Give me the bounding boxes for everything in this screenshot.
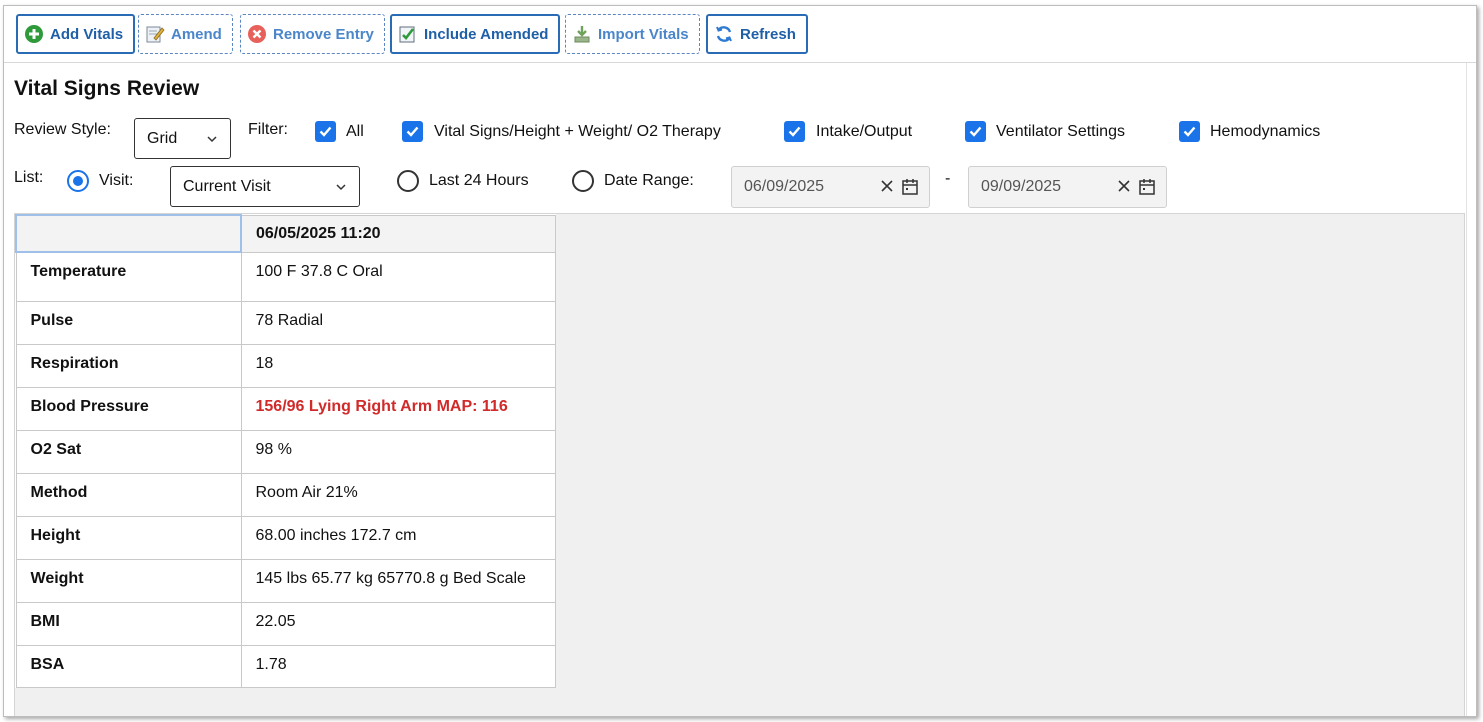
row-label: BSA — [15, 644, 242, 688]
review-style-label: Review Style: — [14, 121, 111, 138]
date-to-value: 09/09/2025 — [981, 178, 1062, 195]
filter-all-checkbox[interactable] — [315, 121, 336, 142]
date-range-radio[interactable] — [572, 170, 594, 192]
remove-entry-label: Remove Entry — [273, 25, 374, 43]
refresh-button[interactable]: Refresh — [706, 14, 808, 54]
import-icon — [572, 24, 592, 44]
visit-radio[interactable] — [67, 170, 89, 192]
corner-cell[interactable] — [15, 214, 242, 253]
row-label: Respiration — [15, 343, 242, 388]
table-row[interactable]: BSA 1.78 — [15, 644, 556, 688]
date-range-label: Date Range: — [604, 172, 694, 189]
column-header-datetime[interactable]: 06/05/2025 11:20 — [240, 214, 556, 253]
clear-icon[interactable] — [1116, 178, 1132, 194]
toolbar: Add Vitals Amend Remove Entry Include Am… — [4, 6, 1476, 63]
filter-all-label: All — [346, 123, 364, 140]
add-vitals-button[interactable]: Add Vitals — [16, 14, 136, 54]
date-from-value: 06/09/2025 — [744, 178, 825, 195]
refresh-icon — [714, 24, 734, 44]
last-24-hours-label: Last 24 Hours — [429, 172, 529, 189]
table-row[interactable]: BMI 22.05 — [15, 601, 556, 646]
import-vitals-label: Import Vitals — [598, 25, 689, 43]
check-icon — [969, 126, 982, 137]
remove-entry-button[interactable]: Remove Entry — [240, 14, 385, 54]
row-label: O2 Sat — [15, 429, 242, 474]
table-row[interactable]: Blood Pressure 156/96 Lying Right Arm MA… — [15, 386, 556, 431]
review-style-value: Grid — [147, 129, 178, 147]
table-row[interactable]: O2 Sat 98 % — [15, 429, 556, 474]
check-icon — [319, 126, 332, 137]
row-value: 1.78 — [240, 644, 556, 688]
refresh-label: Refresh — [740, 25, 796, 43]
checked-document-icon — [398, 24, 418, 44]
filter-hemodynamics-label: Hemodynamics — [1210, 123, 1321, 140]
chevron-down-icon — [336, 183, 346, 190]
visit-select[interactable]: Current Visit — [170, 166, 360, 207]
row-value: 145 lbs 65.77 kg 65770.8 g Bed Scale — [240, 558, 556, 603]
remove-circle-icon — [247, 24, 267, 44]
row-value: 18 — [240, 343, 556, 388]
calendar-icon[interactable] — [901, 178, 919, 196]
include-amended-button[interactable]: Include Amended — [390, 14, 561, 54]
filter-ventilator-checkbox[interactable] — [965, 121, 986, 142]
table-row[interactable]: Weight 145 lbs 65.77 kg 65770.8 g Bed Sc… — [15, 558, 556, 603]
add-vitals-label: Add Vitals — [50, 25, 124, 43]
table-header-row: 06/05/2025 11:20 — [15, 214, 556, 253]
vitals-table: 06/05/2025 11:20 Temperature 100 F 37.8 … — [15, 214, 556, 688]
filter-vital-signs-label: Vital Signs/Height + Weight/ O2 Therapy — [434, 123, 721, 140]
vertical-scrollbar[interactable] — [1466, 63, 1476, 716]
row-label: Pulse — [15, 300, 242, 345]
date-from-input[interactable]: 06/09/2025 — [731, 166, 930, 208]
filter-intake-output-label: Intake/Output — [816, 123, 913, 140]
visit-label: Visit: — [99, 172, 134, 189]
row-label: BMI — [15, 601, 242, 646]
chevron-down-icon — [207, 135, 217, 142]
blood-pressure-alert-value: 156/96 Lying Right Arm MAP: 116 — [240, 386, 556, 431]
last-24-hours-radio[interactable] — [397, 170, 419, 192]
table-row[interactable]: Pulse 78 Radial — [15, 300, 556, 345]
plus-circle-icon — [24, 24, 44, 44]
row-label: Weight — [15, 558, 242, 603]
table-row[interactable]: Respiration 18 — [15, 343, 556, 388]
calendar-icon[interactable] — [1138, 178, 1156, 196]
row-label: Height — [15, 515, 242, 560]
vitals-grid-area: 06/05/2025 11:20 Temperature 100 F 37.8 … — [14, 213, 1465, 716]
table-row[interactable]: Temperature 100 F 37.8 C Oral — [15, 251, 556, 302]
row-value: 68.00 inches 172.7 cm — [240, 515, 556, 560]
filter-label: Filter: — [248, 121, 288, 138]
amend-label: Amend — [171, 25, 222, 43]
table-row[interactable]: Method Room Air 21% — [15, 472, 556, 517]
review-style-select[interactable]: Grid — [134, 118, 231, 159]
row-value: Room Air 21% — [240, 472, 556, 517]
row-value: 100 F 37.8 C Oral — [240, 251, 556, 302]
include-amended-label: Include Amended — [424, 25, 549, 43]
row-value: 98 % — [240, 429, 556, 474]
row-value: 78 Radial — [240, 300, 556, 345]
row-value: 22.05 — [240, 601, 556, 646]
vital-signs-window: Add Vitals Amend Remove Entry Include Am… — [3, 5, 1477, 717]
visit-select-value: Current Visit — [183, 177, 271, 195]
filter-vital-signs-checkbox[interactable] — [402, 121, 423, 142]
page-title: Vital Signs Review — [14, 77, 200, 100]
filter-ventilator-label: Ventilator Settings — [996, 123, 1125, 140]
import-vitals-button[interactable]: Import Vitals — [565, 14, 700, 54]
amend-button[interactable]: Amend — [138, 14, 233, 54]
filter-intake-output-checkbox[interactable] — [784, 121, 805, 142]
row-label: Temperature — [15, 251, 242, 302]
row-label: Blood Pressure — [15, 386, 242, 431]
date-range-separator: - — [945, 170, 951, 187]
check-icon — [406, 126, 419, 137]
row-label: Method — [15, 472, 242, 517]
date-to-input[interactable]: 09/09/2025 — [968, 166, 1167, 208]
list-label: List: — [14, 169, 44, 186]
check-icon — [1183, 126, 1196, 137]
clear-icon[interactable] — [879, 178, 895, 194]
filter-hemodynamics-checkbox[interactable] — [1179, 121, 1200, 142]
edit-note-icon — [145, 24, 165, 44]
table-row[interactable]: Height 68.00 inches 172.7 cm — [15, 515, 556, 560]
check-icon — [788, 126, 801, 137]
